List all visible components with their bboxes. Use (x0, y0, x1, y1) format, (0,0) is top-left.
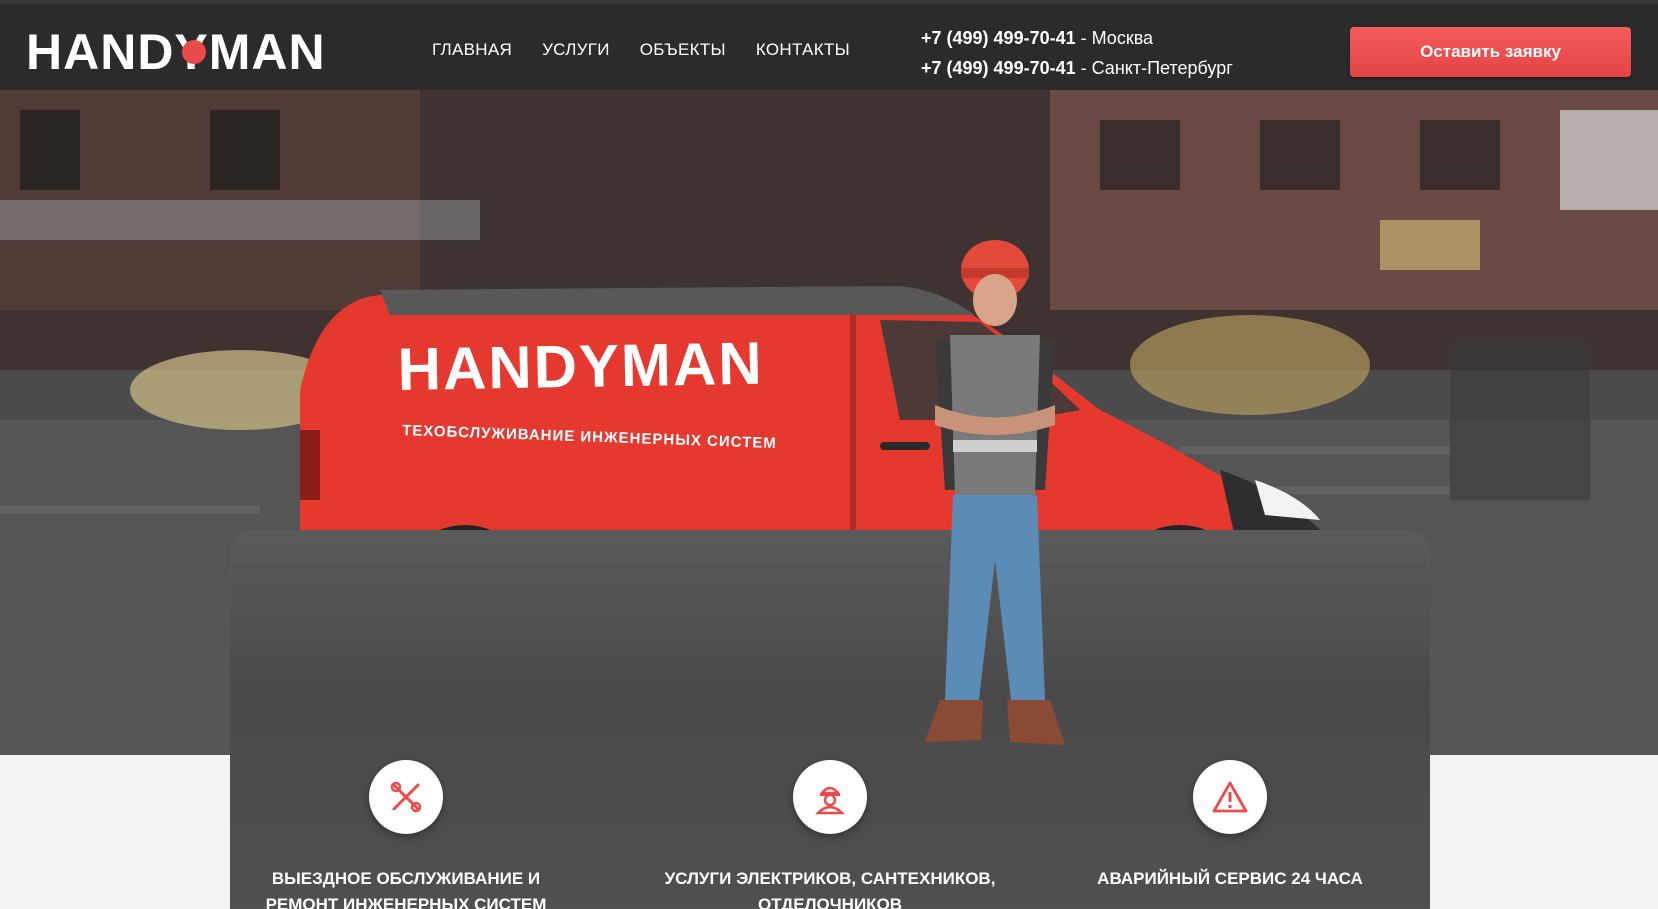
logo-bolt-icon (182, 40, 206, 64)
feature-title: ВЫЕЗДНОЕ ОБСЛУЖИВАНИЕ И РЕМОНТ ИНЖЕНЕРНЫ… (265, 869, 547, 909)
van-logo-text: HANDYMAN (397, 330, 764, 403)
phone-number[interactable]: +7 (499) 499-70-41 (921, 58, 1076, 78)
main-nav: ГЛАВНАЯ УСЛУГИ ОБЪЕКТЫ КОНТАКТЫ (432, 40, 850, 60)
warning-icon (1193, 760, 1267, 834)
nav-item-contacts[interactable]: КОНТАКТЫ (756, 40, 850, 60)
phone-city: - Санкт-Петербург (1075, 58, 1233, 78)
logo[interactable]: HANDYMAN (26, 26, 360, 76)
worker-icon (793, 760, 867, 834)
phone-spb: +7 (499) 499-70-41 - Санкт-Петербург (921, 53, 1233, 83)
nav-item-home[interactable]: ГЛАВНАЯ (432, 40, 512, 60)
tools-icon (369, 760, 443, 834)
feature-specialists: УСЛУГИ ЭЛЕКТРИКОВ, САНТЕХНИКОВ, ОТДЕЛОЧН… (660, 760, 1000, 909)
feature-emergency: АВАРИЙНЫЙ СЕРВИС 24 ЧАСА (1060, 760, 1400, 892)
feature-title: АВАРИЙНЫЙ СЕРВИС 24 ЧАСА (1097, 869, 1363, 888)
logo-text: HANDYMAN (26, 26, 326, 76)
worker-image (925, 240, 1065, 745)
request-button[interactable]: Оставить заявку (1350, 27, 1631, 77)
site-header: HANDYMAN ГЛАВНАЯ УСЛУГИ ОБЪЕКТЫ КОНТАКТЫ… (0, 0, 1658, 90)
phone-moscow: +7 (499) 499-70-41 - Москва (921, 23, 1233, 53)
nav-item-objects[interactable]: ОБЪЕКТЫ (640, 40, 726, 60)
feature-title: УСЛУГИ ЭЛЕКТРИКОВ, САНТЕХНИКОВ, ОТДЕЛОЧН… (664, 869, 996, 909)
phone-city: - Москва (1075, 28, 1154, 48)
phone-list: +7 (499) 499-70-41 - Москва +7 (499) 499… (921, 23, 1233, 83)
features-panel: ВЫЕЗДНОЕ ОБСЛУЖИВАНИЕ И РЕМОНТ ИНЖЕНЕРНЫ… (230, 240, 1430, 909)
feature-field-service: ВЫЕЗДНОЕ ОБСЛУЖИВАНИЕ И РЕМОНТ ИНЖЕНЕРНЫ… (236, 760, 576, 909)
phone-number[interactable]: +7 (499) 499-70-41 (921, 28, 1076, 48)
nav-item-services[interactable]: УСЛУГИ (542, 40, 610, 60)
